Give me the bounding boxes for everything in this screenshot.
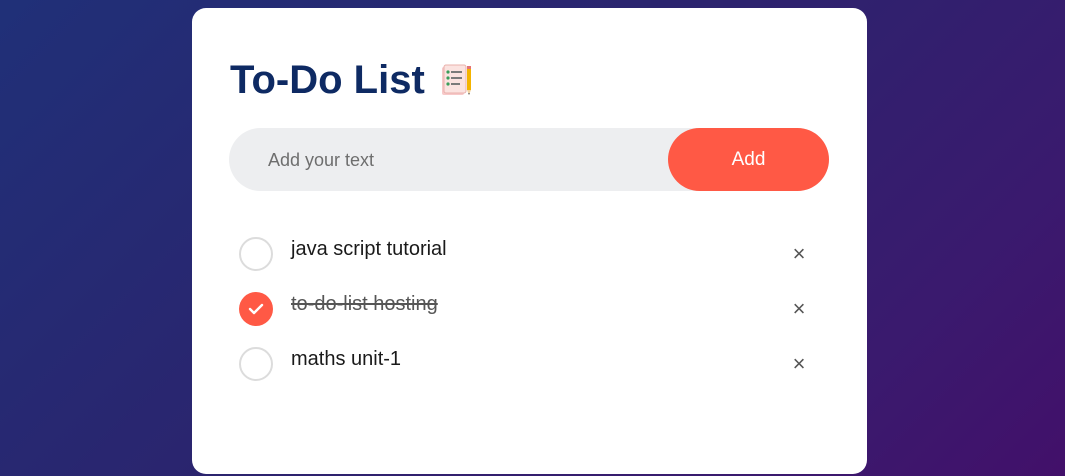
todo-card: To-Do List Add java script: [192, 8, 867, 474]
add-button[interactable]: Add: [668, 128, 829, 191]
task-text[interactable]: maths unit-1: [291, 348, 401, 370]
task-checkbox[interactable]: [239, 347, 273, 381]
close-icon[interactable]: ×: [787, 241, 811, 266]
task-item[interactable]: java script tutorial ×: [239, 230, 829, 285]
title-row: To-Do List: [230, 58, 475, 102]
close-icon[interactable]: ×: [787, 296, 811, 321]
task-list: java script tutorial × to-do-list hostin…: [239, 230, 829, 395]
task-input[interactable]: [266, 128, 650, 193]
task-item[interactable]: maths unit-1 ×: [239, 340, 829, 395]
close-icon[interactable]: ×: [787, 351, 811, 376]
add-task-row: Add: [229, 128, 829, 193]
app-title: To-Do List: [230, 58, 425, 102]
task-item[interactable]: to-do-list hosting ×: [239, 285, 829, 340]
notepad-icon: [439, 62, 475, 98]
task-checkbox[interactable]: [239, 237, 273, 271]
checkmark-icon: [248, 303, 264, 315]
task-text[interactable]: java script tutorial: [291, 238, 447, 260]
task-text[interactable]: to-do-list hosting: [291, 293, 438, 315]
task-checkbox-checked[interactable]: [239, 292, 273, 326]
